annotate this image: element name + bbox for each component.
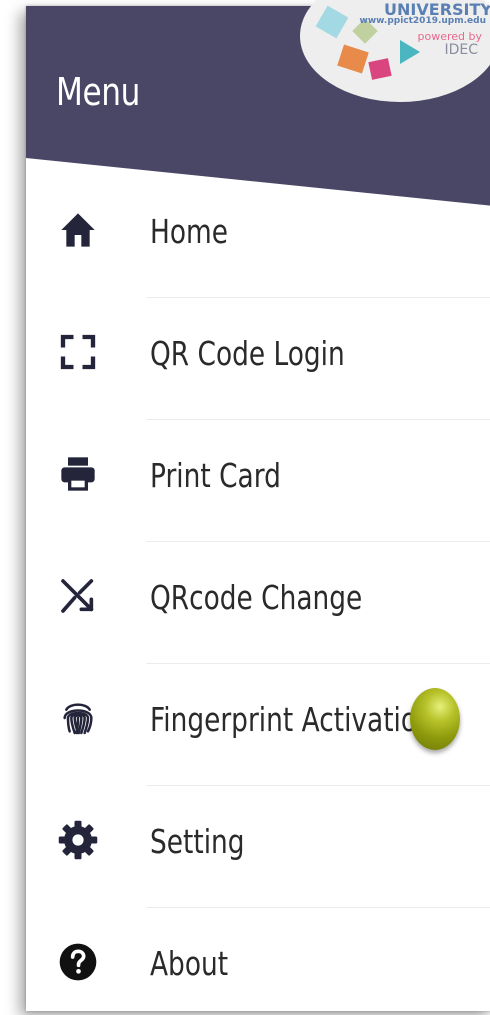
- menu-item-qrcode-change[interactable]: QRcode Change: [26, 542, 490, 664]
- shuffle-icon: [56, 574, 100, 618]
- logo-shape: [337, 44, 369, 74]
- menu-item-label: QR Code Login: [150, 334, 345, 373]
- menu-item-home[interactable]: Home: [26, 176, 490, 298]
- help-circle-icon: [56, 940, 100, 984]
- logo-shape: [315, 5, 349, 39]
- menu-item-qr-code-login[interactable]: QR Code Login: [26, 298, 490, 420]
- menu-item-label: Fingerprint Activation: [150, 700, 434, 739]
- gear-icon: [56, 818, 100, 862]
- menu-item-label: QRcode Change: [150, 578, 363, 617]
- printer-icon: [56, 452, 100, 496]
- logo-shape: [400, 40, 420, 64]
- menu-item-label: About: [150, 944, 229, 983]
- watermark-brand: IDEC: [444, 42, 478, 58]
- qr-scan-icon: [56, 330, 100, 374]
- menu-item-label: Setting: [150, 822, 245, 861]
- fingerprint-icon: [56, 696, 100, 740]
- menu-item-print-card[interactable]: Print Card: [26, 420, 490, 542]
- menu-item-about[interactable]: About: [26, 908, 490, 1011]
- fingerprint-toggle[interactable]: [410, 688, 460, 750]
- menu-item-fingerprint-activation[interactable]: Fingerprint Activation: [26, 664, 490, 786]
- menu-item-label: Home: [150, 212, 228, 251]
- home-icon: [56, 208, 100, 252]
- menu-item-label: Print Card: [150, 456, 281, 495]
- menu-item-setting[interactable]: Setting: [26, 786, 490, 908]
- phone-screen: Menu Home QR Code Login Print Card QRcod…: [26, 6, 490, 1011]
- menu-title: Menu: [56, 70, 140, 114]
- watermark-url: www.ppict2019.upm.edu: [359, 16, 486, 26]
- logo-shape: [368, 58, 392, 80]
